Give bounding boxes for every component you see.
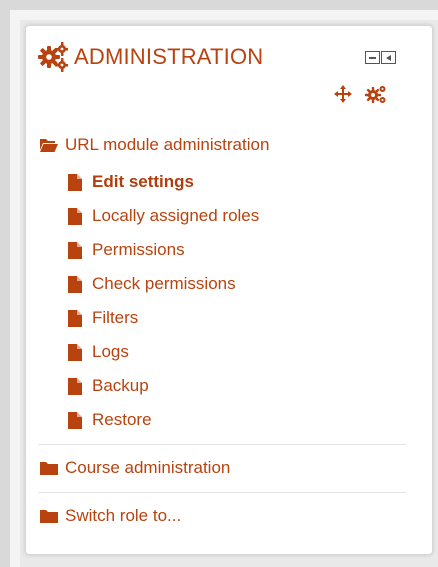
tree-item-label: Restore [92,410,152,429]
tree-node-course-administration[interactable]: Course administration [40,455,230,481]
tree-item-label: Check permissions [92,274,236,293]
file-icon [68,309,82,327]
gears-icon [38,42,68,72]
folder-icon [40,510,58,523]
hide-block-icon[interactable] [365,51,380,64]
file-icon [68,275,82,293]
actions-gear-icon[interactable] [365,84,387,104]
administration-block: ADMINISTRATION URL module administration… [25,25,433,555]
folder-open-icon [40,139,58,152]
tree-item-check-permissions[interactable]: Check permissions [68,271,236,297]
tree-node-label: Switch role to... [65,506,182,525]
move-icon[interactable] [334,85,352,103]
tree-node-label: URL module administration [65,135,270,154]
tree-item-label: Logs [92,342,129,361]
tree-item-label: Backup [92,376,149,395]
file-icon [68,207,82,225]
file-icon [68,411,82,429]
tree-item-backup[interactable]: Backup [68,373,149,399]
file-icon [68,173,82,191]
divider [38,444,406,445]
tree-node-label: Course administration [65,458,231,477]
tree-item-logs[interactable]: Logs [68,339,129,365]
file-icon [68,377,82,395]
file-icon [68,343,82,361]
tree-node-url-module-administration[interactable]: URL module administration [40,132,269,158]
tree-item-locally-assigned-roles[interactable]: Locally assigned roles [68,203,259,229]
tree-node-switch-role[interactable]: Switch role to... [40,503,181,529]
block-title: ADMINISTRATION [74,44,264,69]
tree-item-label: Edit settings [92,172,195,191]
file-icon [68,241,82,259]
folder-icon [40,462,58,475]
tree-item-restore[interactable]: Restore [68,407,152,433]
tree-item-edit-settings[interactable]: Edit settings [68,169,194,195]
tree-item-permissions[interactable]: Permissions [68,237,185,263]
tree-item-label: Filters [92,308,139,327]
divider [38,492,406,493]
tree-item-filters[interactable]: Filters [68,305,138,331]
dock-block-icon[interactable] [381,51,396,64]
tree-item-label: Locally assigned roles [92,206,260,225]
block-header: ADMINISTRATION [38,39,263,75]
tree-item-label: Permissions [92,240,185,259]
